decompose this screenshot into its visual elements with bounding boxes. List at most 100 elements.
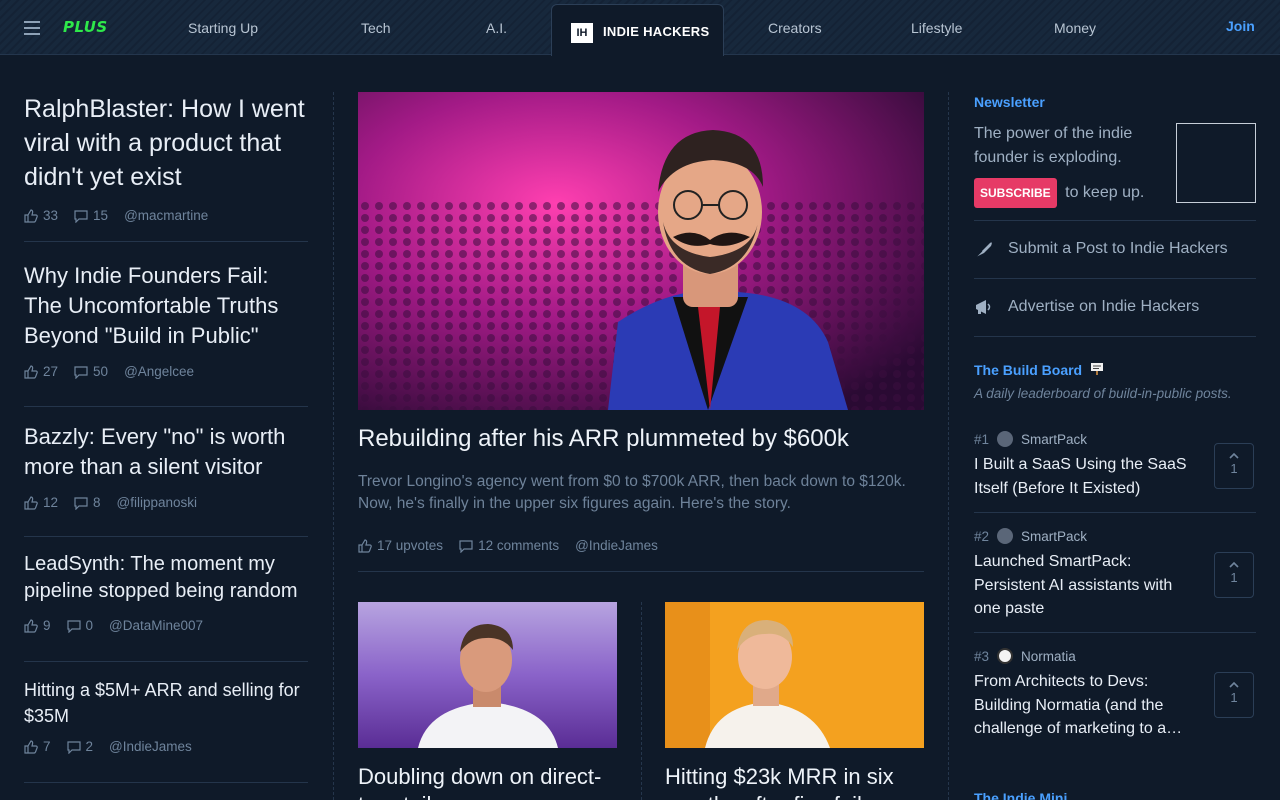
product-name[interactable]: Normatia [1021, 649, 1076, 664]
tab-indie-hackers[interactable]: IH INDIE HACKERS [551, 4, 724, 56]
post-meta: 12 8 @filippanoski [24, 495, 308, 510]
comment-count: 12 comments [478, 538, 560, 553]
megaphone-icon [976, 300, 991, 314]
divider [24, 536, 308, 537]
hero-description: Trevor Longino's agency went from $0 to … [358, 473, 906, 512]
vote-count: 1 [1230, 690, 1238, 705]
product-name[interactable]: SmartPack [1021, 432, 1087, 447]
list-item[interactable]: Bazzly: Every "no" is worth more than a … [24, 422, 308, 510]
divider [974, 512, 1256, 513]
plus-link[interactable]: PLUS [63, 18, 108, 36]
avatar [997, 648, 1014, 664]
join-link[interactable]: Join [1226, 18, 1255, 34]
divider [24, 661, 308, 662]
hero-title[interactable]: Rebuilding after his ARR plummeted by $6… [358, 425, 849, 453]
nav-link-creators[interactable]: Creators [768, 20, 822, 36]
comment-icon[interactable] [66, 619, 81, 633]
post-title[interactable]: LeadSynth: The moment my pipeline stoppe… [24, 551, 308, 605]
upvote-button[interactable]: 1 [1214, 443, 1254, 489]
newsletter-heading[interactable]: Newsletter [974, 94, 1045, 110]
comment-icon[interactable] [74, 209, 88, 223]
rank-number: #3 [974, 648, 990, 664]
build-board-rank-row: #3 Normatia [974, 648, 1256, 664]
thumbs-up-icon[interactable] [24, 618, 38, 633]
avatar [997, 431, 1014, 447]
comment-count: 0 [85, 618, 94, 633]
thumbs-up-icon[interactable] [24, 495, 38, 510]
upvote-count: 27 [43, 364, 59, 379]
indie-mini-heading[interactable]: The Indie Mini [974, 790, 1067, 800]
nav-link-starting-up[interactable]: Starting Up [188, 20, 258, 36]
author-link[interactable]: @Angelcee [124, 364, 194, 379]
divider [974, 220, 1256, 221]
author-link[interactable]: @macmartine [124, 208, 208, 223]
divider [358, 571, 924, 572]
build-board-post-title[interactable]: Launched SmartPack: Persistent AI assist… [974, 550, 1199, 621]
upvote-button[interactable]: 1 [1214, 552, 1254, 598]
build-board-item[interactable]: #2 SmartPack Launched SmartPack: Persist… [974, 528, 1256, 621]
column-divider [948, 92, 949, 800]
chevron-up-icon [1229, 452, 1239, 459]
comment-icon[interactable] [74, 496, 88, 510]
build-board-title: The Build Board [974, 362, 1083, 378]
vote-count: 1 [1230, 570, 1238, 585]
post-title[interactable]: Hitting a $5M+ ARR and selling for $35M [24, 677, 308, 729]
card-image[interactable] [358, 602, 617, 748]
divider [24, 406, 308, 407]
post-title[interactable]: Bazzly: Every "no" is worth more than a … [24, 422, 308, 482]
comment-count: 15 [93, 208, 109, 223]
upvote-count: 7 [43, 739, 51, 754]
submit-post-link[interactable]: Submit a Post to Indie Hackers [974, 239, 1228, 259]
hero-image[interactable] [358, 92, 924, 410]
post-title[interactable]: Why Indie Founders Fail: The Uncomfortab… [24, 261, 308, 351]
comment-count: 2 [85, 739, 94, 754]
indie-hackers-logo: IH [571, 23, 593, 43]
build-board-post-title[interactable]: I Built a SaaS Using the SaaS Itself (Be… [974, 453, 1199, 500]
card-image[interactable] [665, 602, 924, 748]
build-board-post-title[interactable]: From Architects to Devs: Building Normat… [974, 670, 1199, 741]
upvote-button[interactable]: 1 [1214, 672, 1254, 718]
nav-link-tech[interactable]: Tech [361, 20, 391, 36]
list-item[interactable]: LeadSynth: The moment my pipeline stoppe… [24, 551, 308, 633]
upvote-count: 12 [43, 495, 59, 510]
comment-count: 8 [93, 495, 101, 510]
top-navigation: PLUS Starting Up Tech A.I. IH INDIE HACK… [0, 0, 1280, 56]
post-meta: 7 2 @IndieJames [24, 739, 308, 754]
thumbs-up-icon[interactable] [24, 739, 38, 754]
comment-icon[interactable] [74, 365, 88, 379]
build-board-item[interactable]: #3 Normatia From Architects to Devs: Bui… [974, 648, 1256, 741]
advertise-link[interactable]: Advertise on Indie Hackers [974, 297, 1199, 317]
nav-link-ai[interactable]: A.I. [486, 20, 507, 36]
tab-indie-hackers-label: INDIE HACKERS [603, 24, 710, 39]
signboard-icon [1091, 363, 1104, 375]
build-board-item[interactable]: #1 SmartPack I Built a SaaS Using the Sa… [974, 431, 1256, 500]
author-link[interactable]: @IndieJames [109, 739, 192, 754]
feather-icon [975, 242, 992, 258]
column-divider [333, 92, 334, 800]
upvote-count: 9 [43, 618, 51, 633]
nav-link-money[interactable]: Money [1054, 20, 1096, 36]
author-link[interactable]: @IndieJames [575, 538, 658, 553]
card-title[interactable]: Hitting $23k MRR in six months after fiv… [665, 763, 924, 800]
author-link[interactable]: @DataMine007 [109, 618, 203, 633]
post-meta: 27 50 @Angelcee [24, 364, 308, 379]
author-link[interactable]: @filippanoski [117, 495, 198, 510]
divider [974, 632, 1256, 633]
thumbs-up-icon[interactable] [358, 538, 372, 553]
thumbs-up-icon[interactable] [24, 364, 38, 379]
comment-icon[interactable] [66, 740, 81, 754]
product-name[interactable]: SmartPack [1021, 529, 1087, 544]
list-item[interactable]: Hitting a $5M+ ARR and selling for $35M … [24, 677, 308, 754]
thumbs-up-icon[interactable] [24, 208, 38, 223]
subscribe-button[interactable]: SUBSCRIBE [974, 178, 1057, 208]
menu-icon[interactable] [24, 21, 40, 35]
nav-link-lifestyle[interactable]: Lifestyle [911, 20, 962, 36]
card-title[interactable]: Doubling down on direct-to-retail [358, 763, 617, 800]
list-item[interactable]: RalphBlaster: How I went viral with a pr… [24, 92, 308, 223]
build-board-heading[interactable]: The Build Board [974, 362, 1104, 378]
post-title[interactable]: RalphBlaster: How I went viral with a pr… [24, 92, 308, 194]
list-item[interactable]: Why Indie Founders Fail: The Uncomfortab… [24, 261, 308, 379]
rank-number: #1 [974, 431, 990, 447]
comment-icon[interactable] [459, 539, 473, 553]
avatar [997, 528, 1014, 544]
